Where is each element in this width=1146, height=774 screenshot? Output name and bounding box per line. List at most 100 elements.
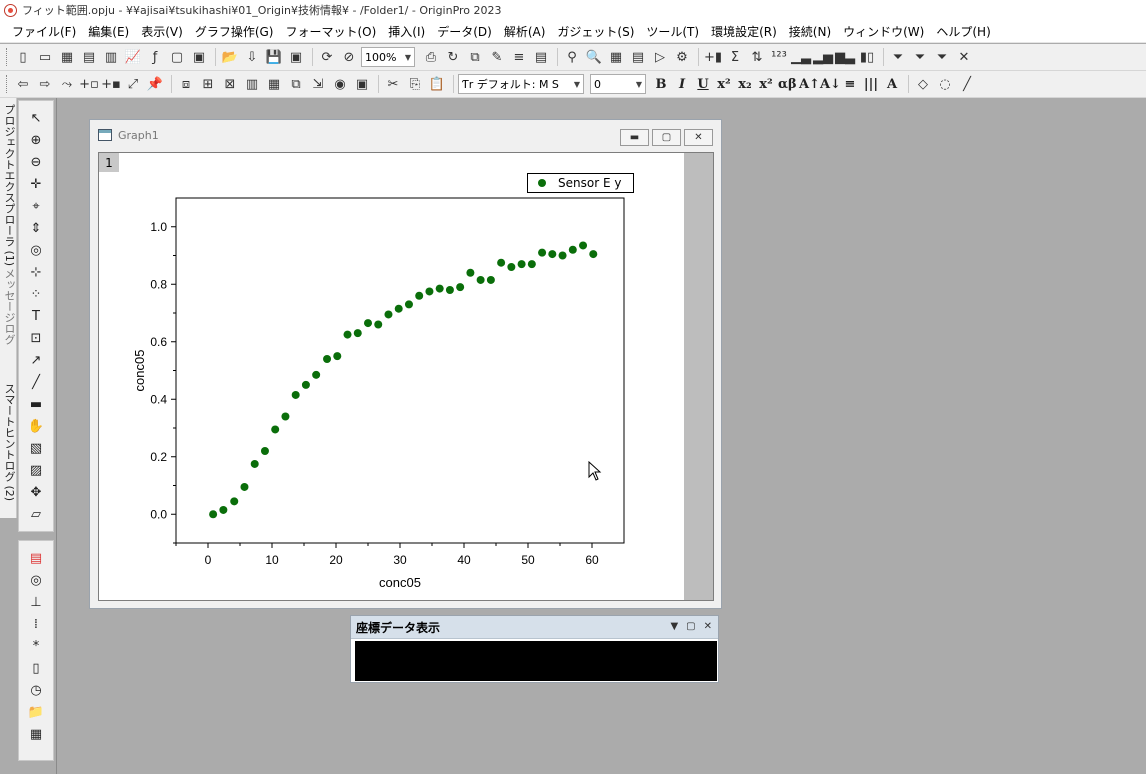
- toolbar-grip[interactable]: [6, 75, 9, 93]
- delete-icon[interactable]: ⊠: [220, 74, 240, 94]
- cut-icon[interactable]: ✂: [383, 74, 403, 94]
- bubble-scale-icon[interactable]: ◎: [22, 569, 50, 591]
- new-folder-icon[interactable]: ▭: [35, 47, 55, 67]
- insert-graph-icon[interactable]: ▧: [22, 437, 50, 459]
- new-project-icon[interactable]: ▯: [13, 47, 33, 67]
- supersubscript-icon[interactable]: x²: [757, 77, 775, 92]
- insert-image-icon[interactable]: ▨: [22, 459, 50, 481]
- copy-icon[interactable]: ⎘: [405, 74, 425, 94]
- annotation-icon[interactable]: ⊡: [22, 327, 50, 349]
- layer-indicator[interactable]: 1: [99, 153, 119, 172]
- screen-reader-icon[interactable]: ✛: [22, 173, 50, 195]
- line-tool-icon[interactable]: ╱: [22, 371, 50, 393]
- greek-icon[interactable]: αβ: [778, 77, 797, 92]
- recalculate-icon[interactable]: ⟳: [317, 47, 337, 67]
- menu-connectivity[interactable]: 接続(N): [783, 23, 837, 40]
- menu-preferences[interactable]: 環境設定(R): [705, 23, 783, 40]
- arrow-tool-icon[interactable]: ↗: [22, 349, 50, 371]
- add-layer-icon[interactable]: +▫: [79, 74, 99, 94]
- layer-tool-icon[interactable]: ▱: [22, 503, 50, 525]
- filter-options-icon[interactable]: ⏷: [932, 47, 952, 67]
- fill-color-icon[interactable]: ◇: [913, 74, 933, 94]
- new-workbook-icon[interactable]: ▦: [57, 47, 77, 67]
- filter-clear-icon[interactable]: ⏷: [910, 47, 930, 67]
- region-select-icon[interactable]: ◎: [22, 239, 50, 261]
- increase-font-icon[interactable]: A↑: [799, 77, 820, 92]
- italic-icon[interactable]: I: [673, 77, 691, 92]
- extract-icon[interactable]: ⧈: [176, 74, 196, 94]
- image-icon[interactable]: ▣: [352, 74, 372, 94]
- code-builder-icon[interactable]: ✎: [487, 47, 507, 67]
- minimize-button[interactable]: ▬: [620, 129, 649, 146]
- pointer-icon[interactable]: ↖: [22, 107, 50, 129]
- rescale-icon[interactable]: ⤢: [123, 74, 143, 94]
- font-color-icon[interactable]: A: [883, 77, 901, 92]
- apps-icon[interactable]: ⚙: [672, 47, 692, 67]
- maximize-icon[interactable]: ▢: [686, 621, 695, 632]
- arrow-left-icon[interactable]: ⇦: [13, 74, 33, 94]
- align-icon[interactable]: ≡: [841, 77, 859, 92]
- subscript-icon[interactable]: x₂: [736, 77, 754, 92]
- tab-message-log[interactable]: メッセージログ: [1, 268, 17, 345]
- close-button[interactable]: ✕: [684, 129, 713, 146]
- table-icon[interactable]: ▯: [22, 657, 50, 679]
- magnifier-icon[interactable]: 🔍: [584, 47, 604, 67]
- project-path-icon[interactable]: 📁: [22, 701, 50, 723]
- bar-plot-icon[interactable]: ▆▃: [835, 47, 855, 67]
- new-notes-icon[interactable]: ▢: [167, 47, 187, 67]
- draw-data-icon[interactable]: ⁘: [22, 283, 50, 305]
- speed-mode-icon[interactable]: ⊞: [198, 74, 218, 94]
- line-color-icon[interactable]: ◌: [935, 74, 955, 94]
- results-log-icon[interactable]: ≡: [509, 47, 529, 67]
- line-style-icon[interactable]: ╱: [957, 74, 977, 94]
- notes-icon[interactable]: ▤: [628, 47, 648, 67]
- underline-icon[interactable]: U: [694, 77, 712, 92]
- report-icon[interactable]: ▦: [606, 47, 626, 67]
- command-window-icon[interactable]: ▤: [531, 47, 551, 67]
- column-chart-icon[interactable]: ▂▅: [813, 47, 833, 67]
- paste-icon[interactable]: 📋: [427, 74, 447, 94]
- menu-gadgets[interactable]: ガジェット(S): [551, 23, 640, 40]
- toolbar-grip[interactable]: [6, 48, 9, 66]
- copy-format-icon[interactable]: ⧉: [286, 74, 306, 94]
- duplicate-icon[interactable]: ⧉: [465, 47, 485, 67]
- set-values-icon[interactable]: ¹²³: [769, 47, 789, 67]
- box-chart-icon[interactable]: ▮▯: [857, 47, 877, 67]
- new-matrix-icon[interactable]: ▥: [101, 47, 121, 67]
- open-icon[interactable]: 📂: [220, 47, 240, 67]
- scatter-plot[interactable]: 0 10 20 30 40 50 60 0.0 0.2 0.4 0.6 0.8 1.0 conc05 con…: [99, 153, 684, 600]
- sort-icon[interactable]: ⇅: [747, 47, 767, 67]
- new-excel-icon[interactable]: ▤: [79, 47, 99, 67]
- color-scale-icon[interactable]: ▤: [22, 547, 50, 569]
- menu-graph[interactable]: グラフ操作(G): [189, 23, 280, 40]
- font-size-select[interactable]: 0 ▼: [590, 74, 646, 94]
- rectangle-tool-icon[interactable]: ▬: [22, 393, 50, 415]
- menu-data[interactable]: データ(D): [431, 23, 498, 40]
- pin-icon[interactable]: 📌: [145, 74, 165, 94]
- maximize-button[interactable]: ▢: [652, 129, 681, 146]
- pattern-icon[interactable]: |||: [862, 77, 880, 92]
- layer-manage-icon[interactable]: ▥: [242, 74, 262, 94]
- project-explorer-icon[interactable]: ⚲: [562, 47, 582, 67]
- close-icon[interactable]: ✕: [704, 621, 712, 632]
- grid-icon[interactable]: ▦: [22, 723, 50, 745]
- superscript-icon[interactable]: x²: [715, 77, 733, 92]
- arrange-layers-icon[interactable]: ▦: [264, 74, 284, 94]
- menu-analysis[interactable]: 解析(A): [498, 23, 552, 40]
- hand-tool-icon[interactable]: ✋: [22, 415, 50, 437]
- tab-project-explorer[interactable]: プロジェクトエクスプローラ (1): [1, 104, 17, 266]
- text-tool-icon[interactable]: T: [22, 305, 50, 327]
- zoom-select[interactable]: 100% ▼: [361, 47, 415, 67]
- save-template-icon[interactable]: ▣: [286, 47, 306, 67]
- new-graph-icon[interactable]: 📈: [123, 47, 143, 67]
- legend[interactable]: Sensor E y: [527, 173, 634, 193]
- menu-edit[interactable]: 編集(E): [82, 23, 135, 40]
- merge-icon[interactable]: ⤳: [57, 74, 77, 94]
- new-layout-icon[interactable]: ▣: [189, 47, 209, 67]
- menu-file[interactable]: ファイル(F): [6, 23, 82, 40]
- script-window-icon[interactable]: ▷: [650, 47, 670, 67]
- menu-help[interactable]: ヘルプ(H): [930, 23, 996, 40]
- date-time-icon[interactable]: ◷: [22, 679, 50, 701]
- arrow-right-icon[interactable]: ⇨: [35, 74, 55, 94]
- camera-icon[interactable]: ◉: [330, 74, 350, 94]
